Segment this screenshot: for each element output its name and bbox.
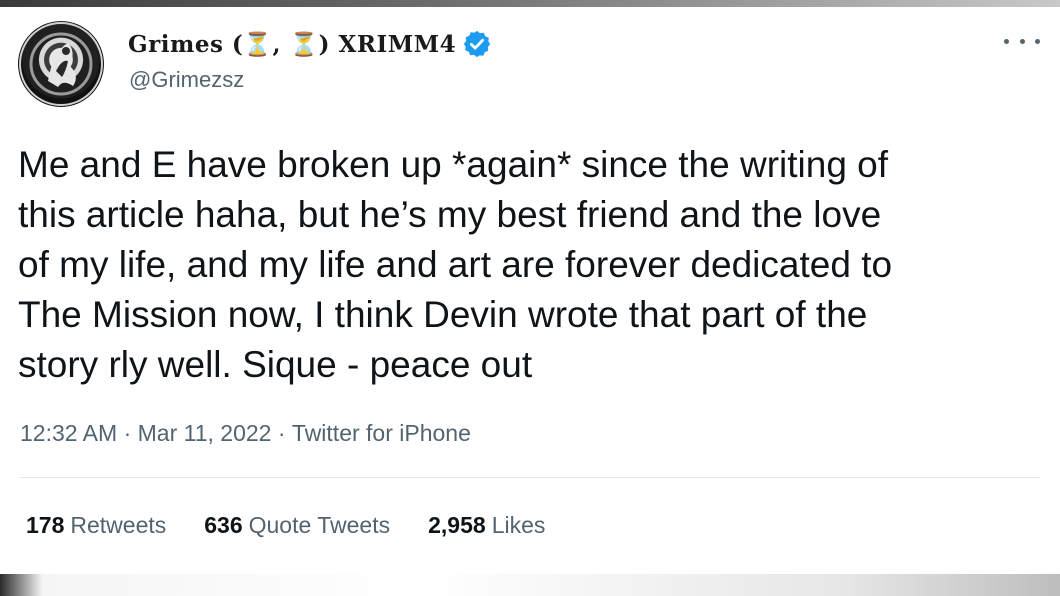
tweet-text: Me and E have broken up *again* since th… [18, 144, 893, 385]
retweets-label: Retweets [70, 512, 167, 538]
verified-badge-icon [462, 29, 492, 59]
quote-tweets-stat[interactable]: 636 Quote Tweets [204, 512, 390, 539]
likes-count: 2,958 [428, 512, 486, 538]
retweets-count: 178 [26, 512, 65, 538]
tweet-stats: 178 Retweets 636 Quote Tweets 2,958 Like… [26, 512, 545, 539]
name-row: Grimes (⏳, ⏳) XRIMM4 [128, 24, 492, 64]
likes-stat[interactable]: 2,958 Likes [428, 512, 545, 539]
top-frame-strip [0, 0, 1060, 7]
user-handle[interactable]: @Grimezsz [129, 67, 244, 93]
bottom-frame-strip [0, 574, 1060, 596]
tweet-source[interactable]: Twitter for iPhone [292, 420, 471, 447]
divider [20, 477, 1040, 478]
meta-separator: · [271, 420, 292, 446]
avatar-image [19, 22, 103, 106]
tweet-meta: 12:32 AM · Mar 11, 2022 · Twitter for iP… [20, 420, 471, 447]
meta-separator: · [117, 420, 138, 446]
tweet-date[interactable]: Mar 11, 2022 [138, 420, 272, 447]
tweet-card: Grimes (⏳, ⏳) XRIMM4 @Grimezsz Me and E … [0, 7, 1060, 574]
avatar[interactable] [18, 21, 104, 107]
tweet-time[interactable]: 12:32 AM [20, 420, 117, 447]
quote-tweets-count: 636 [204, 512, 243, 538]
quote-tweets-label: Quote Tweets [248, 512, 391, 538]
likes-label: Likes [491, 512, 546, 538]
display-name[interactable]: Grimes (⏳, ⏳) XRIMM4 [128, 31, 456, 58]
more-horizontal-icon[interactable] [1004, 31, 1040, 51]
retweets-stat[interactable]: 178 Retweets [26, 512, 166, 539]
